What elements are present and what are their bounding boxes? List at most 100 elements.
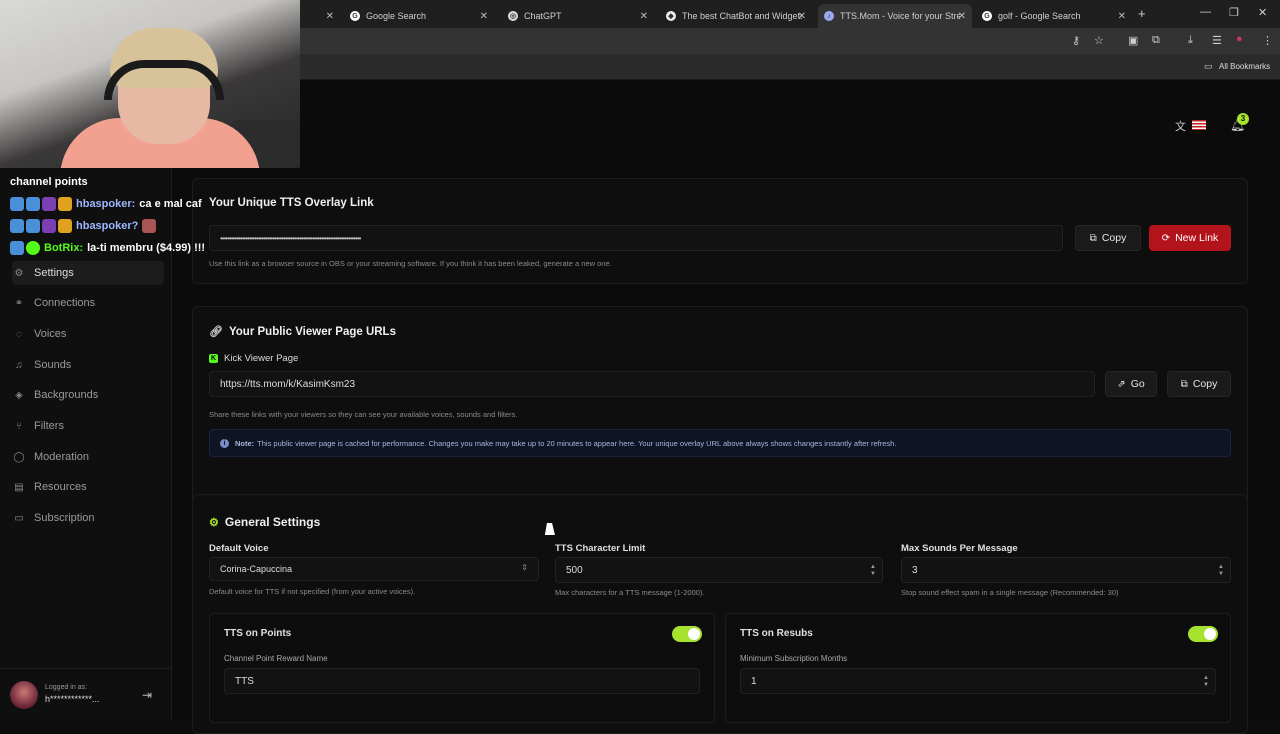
sidebar-item-filters[interactable]: ⑂ Filters	[12, 414, 164, 438]
min-months-input[interactable]: 1 ▲ ▼	[740, 668, 1216, 694]
general-settings-title: General Settings	[224, 515, 321, 529]
badge-icon	[10, 241, 24, 255]
book-icon: ▤	[14, 481, 24, 493]
sidebar-item-moderation[interactable]: ◯ Moderation	[12, 445, 164, 469]
chat-line: hbaspoker: ca e mal caf	[10, 197, 202, 211]
overlay-link-card: Your Unique TTS Overlay Link •••••••••••…	[192, 178, 1248, 284]
new-tab-icon[interactable]: +	[1138, 6, 1146, 21]
max-sounds-input[interactable]: 3 ▲ ▼	[901, 557, 1231, 583]
go-button[interactable]: ⇗ Go	[1105, 371, 1157, 397]
tts-mom-icon: ♪	[824, 11, 834, 21]
minimize-icon[interactable]: —	[1200, 6, 1211, 18]
sidebar-item-label: Sounds	[34, 359, 72, 371]
new-link-button[interactable]: ⟳ New Link	[1149, 225, 1231, 251]
refresh-icon: ⟳	[1161, 232, 1171, 244]
close-icon[interactable]: ✕	[480, 11, 488, 22]
card-icon: ▭	[14, 512, 24, 524]
music-icon: ♫	[15, 359, 23, 371]
download-icon[interactable]: ⤓	[1188, 34, 1193, 47]
sidebar-item-label: Subscription	[34, 512, 95, 524]
profile-avatar-icon[interactable]: ●	[1236, 33, 1243, 45]
button-label: Copy	[1192, 378, 1218, 390]
max-sounds-label: Max Sounds Per Message	[901, 543, 1018, 554]
sidebar-item-label: Filters	[34, 420, 64, 432]
filter-icon: ⑂	[16, 420, 22, 432]
kick-viewer-label: K Kick Viewer Page	[209, 353, 298, 364]
reward-name-input[interactable]: TTS	[224, 668, 700, 694]
divider	[0, 668, 172, 669]
tab-golf-search[interactable]: Ggolf - Google Search ✕	[976, 4, 1132, 28]
sidebar-item-resources[interactable]: ▤ Resources	[12, 475, 164, 499]
default-voice-label: Default Voice	[209, 543, 269, 554]
badge-icon	[42, 219, 56, 233]
translate-icon[interactable]: 文	[1175, 118, 1186, 134]
close-window-icon[interactable]: ✕	[1258, 6, 1267, 19]
shield-icon: ◯	[13, 451, 25, 463]
logged-in-label: Logged in as:	[45, 684, 88, 691]
viewer-card-title: Your Public Viewer Page URLs	[228, 325, 396, 338]
stepper-icon[interactable]: ▲ ▼	[1203, 675, 1209, 689]
note-text: This public viewer page is cached for pe…	[257, 438, 897, 448]
tab-google-search[interactable]: G Google Search ✕	[344, 4, 494, 28]
stepper-icon[interactable]: ▲ ▼	[870, 564, 876, 578]
badge-icon	[42, 197, 56, 211]
card-title: Your Unique TTS Overlay Link	[209, 197, 374, 209]
sidebar-item-voices[interactable]: ◌ Voices	[12, 322, 164, 346]
tab-title: ChatGPT	[524, 11, 562, 21]
input-value: 1	[751, 675, 757, 687]
badge-icon	[10, 219, 24, 233]
select-value: Corina-Capuccina	[220, 564, 293, 574]
button-label: Go	[1130, 378, 1145, 390]
copy-kick-url-button[interactable]: ⧉ Copy	[1167, 371, 1231, 397]
sidebar-item-connections[interactable]: ⚭ Connections	[12, 291, 164, 315]
tab-tts-mom[interactable]: ♪ TTS.Mom - Voice for your Strea ✕	[818, 4, 972, 28]
overlay-link-field[interactable]: ••••••••••••••••••••••••••••••••••••••••…	[209, 225, 1063, 251]
kick-label-text: Kick Viewer Page	[224, 353, 299, 364]
tab-chatgpt[interactable]: ◎ ChatGPT ✕	[502, 4, 654, 28]
extension-icon[interactable]: ▣	[1128, 34, 1138, 47]
char-limit-input[interactable]: 500 ▲ ▼	[555, 557, 883, 583]
mic-icon: ◌	[16, 328, 22, 340]
close-icon[interactable]: ✕	[1118, 11, 1126, 22]
sidebar-item-subscription[interactable]: ▭ Subscription	[12, 506, 164, 530]
external-link-icon: ⇗	[1117, 378, 1126, 390]
copy-icon: ⧉	[1089, 232, 1097, 244]
close-icon[interactable]: ✕	[798, 11, 806, 22]
tab-botrix[interactable]: ◆ The best ChatBot and Widgets ✕	[660, 4, 812, 28]
emote-icon	[142, 219, 157, 233]
sidebar-item-backgrounds[interactable]: ◈ Backgrounds	[12, 383, 164, 407]
username: h************...	[45, 694, 100, 704]
default-voice-select[interactable]: Corina-Capuccina ⇕	[209, 557, 539, 581]
badge-icon	[26, 197, 40, 211]
note-label: Note:	[235, 438, 255, 448]
tts-resubs-card: TTS on Resubs Minimum Subscription Month…	[725, 613, 1231, 723]
chat-message: la-ti membru ($4.99) !!!	[87, 242, 206, 254]
tts-resubs-toggle[interactable]	[1188, 626, 1218, 642]
sidebar-item-label: Resources	[34, 481, 87, 493]
chat-line: BotRix: la-ti membru ($4.99) !!!	[10, 241, 205, 255]
close-icon[interactable]: ✕	[958, 11, 966, 22]
close-icon[interactable]: ✕	[326, 11, 334, 22]
sidebar-item-settings[interactable]: ⚙ Settings	[12, 261, 164, 285]
stepper-icon[interactable]: ▲ ▼	[1218, 564, 1224, 578]
key-icon[interactable]: ⚷	[1072, 34, 1080, 47]
kebab-menu-icon[interactable]: ⋮	[1262, 34, 1273, 47]
close-icon[interactable]: ✕	[640, 11, 648, 22]
tts-points-toggle[interactable]	[672, 626, 702, 642]
tab-title: Google Search	[366, 11, 427, 21]
button-label: Copy	[1101, 232, 1127, 244]
viewer-help: Share these links with your viewers so t…	[209, 410, 518, 419]
tab-close-hidden[interactable]: ✕	[300, 4, 340, 28]
menu-list-icon[interactable]: ☰	[1212, 34, 1222, 47]
char-limit-help: Max characters for a TTS message (1-2000…	[555, 588, 705, 597]
all-bookmarks-label[interactable]: All Bookmarks	[1219, 62, 1270, 71]
sidebar-item-sounds[interactable]: ♫ Sounds	[12, 353, 164, 377]
logout-icon[interactable]: ⇥	[142, 688, 152, 702]
puzzle-icon[interactable]: ⧉	[1152, 34, 1160, 47]
chat-username: hbaspoker:	[76, 198, 136, 210]
us-flag-icon[interactable]	[1192, 120, 1206, 130]
maximize-icon[interactable]: ❐	[1229, 6, 1239, 19]
copy-overlay-link-button[interactable]: ⧉ Copy	[1075, 225, 1141, 251]
star-icon[interactable]: ☆	[1094, 34, 1104, 47]
kick-url-field[interactable]: https://tts.mom/k/KasimKsm23	[209, 371, 1095, 397]
